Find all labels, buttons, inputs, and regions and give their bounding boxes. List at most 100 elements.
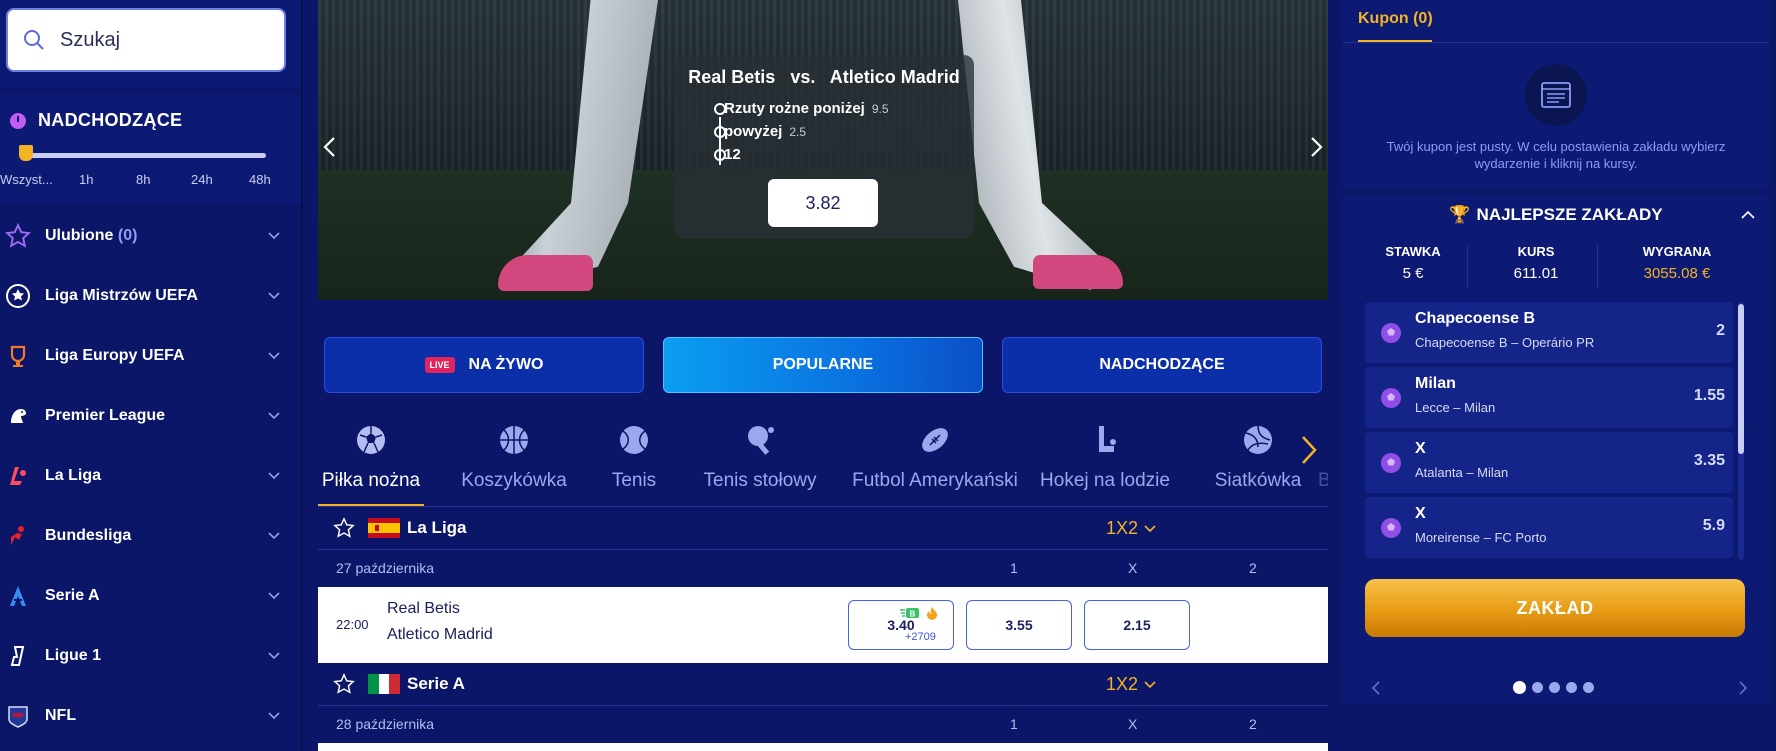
carousel-dot[interactable]: [1583, 682, 1594, 693]
bet-odd: 5.9: [1702, 517, 1725, 534]
odd-button-home[interactable]: 3.40: [848, 600, 954, 650]
hero-banner[interactable]: Real Betis vs. Atletico Madrid Rzuty roż…: [318, 0, 1328, 300]
sport-label: Futbol Amerykański: [852, 470, 1018, 491]
market-selector[interactable]: 1X2: [1106, 674, 1156, 695]
sidebar-item-label: Ligue 1: [45, 647, 102, 664]
left-sidebar: NADCHODZĄCE Wszyst... 1h 8h 24h 48h Ulub…: [0, 0, 303, 751]
odds-stat: KURS 611.01: [1466, 244, 1606, 282]
bet-event: Atalanta – Milan: [1415, 465, 1509, 480]
scrollbar-thumb[interactable]: [1738, 304, 1744, 454]
search-box[interactable]: [6, 8, 286, 72]
star-icon[interactable]: [333, 517, 355, 539]
sidebar-item-la-liga[interactable]: La Liga: [0, 446, 303, 506]
sport-label: Tenis: [611, 470, 657, 491]
best-bets-scrollbar[interactable]: [1738, 302, 1744, 560]
chevron-right-icon[interactable]: [1306, 135, 1326, 159]
europa-league-icon: [4, 342, 32, 370]
slider-label-all[interactable]: Wszyst...: [0, 172, 53, 187]
column-header: 1: [1010, 716, 1018, 732]
place-bet-button[interactable]: ZAKŁAD: [1365, 579, 1745, 637]
sport-tab-football[interactable]: Piłka nożna: [318, 420, 424, 506]
date-row: 27 października 1 X 2: [318, 549, 1328, 585]
tab-live[interactable]: LIVE NA ŻYWO: [324, 337, 644, 393]
sport-tab-ice-hockey[interactable]: Hokej na lodzie: [1015, 420, 1195, 506]
win-stat: WYGRANA 3055.08 €: [1607, 244, 1747, 282]
sidebar-item-bundesliga[interactable]: Bundesliga: [0, 506, 303, 566]
search-input[interactable]: [60, 28, 260, 52]
search-icon: [24, 30, 44, 50]
slider-label-1h[interactable]: 1h: [79, 172, 93, 187]
chevron-right-icon[interactable]: [1298, 433, 1320, 467]
market-selector[interactable]: 1X2: [1106, 518, 1156, 539]
win-label: WYGRANA: [1642, 244, 1712, 259]
sport-tab-american-football[interactable]: Futbol Amerykański: [846, 420, 1024, 506]
match-row[interactable]: [318, 743, 1328, 751]
champions-league-icon: [4, 282, 32, 310]
star-icon[interactable]: [333, 673, 355, 695]
bet-event: Moreirense – FC Porto: [1415, 530, 1547, 545]
chevron-left-icon[interactable]: [1370, 680, 1382, 696]
tab-popular[interactable]: POPULARNE: [663, 337, 983, 393]
best-bets-panel: 🏆 NAJLEPSZE ZAKŁADY STAWKA 5 € KURS 611.0…: [1343, 194, 1769, 704]
sidebar-item-label: La Liga: [45, 467, 102, 484]
sidebar-item-europa-league[interactable]: Liga Europy UEFA: [0, 326, 303, 386]
chevron-down-icon: [268, 472, 280, 480]
favorites-label: Ulubione: [45, 227, 114, 244]
chevron-up-icon[interactable]: [1741, 210, 1755, 220]
trophy-icon: 🏆: [1449, 205, 1471, 224]
odds-value: 611.01: [1513, 265, 1559, 282]
sidebar-item-favorites[interactable]: Ulubione (0): [0, 206, 303, 266]
best-bet-item[interactable]: Chapecoense B Chapecoense B – Operário P…: [1365, 302, 1733, 363]
basketball-icon: [443, 420, 585, 460]
upcoming-filter: NADCHODZĄCE Wszyst... 1h 8h 24h 48h: [0, 94, 303, 204]
football-icon: [1381, 518, 1401, 538]
away-team[interactable]: Atletico Madrid: [387, 626, 493, 644]
sidebar-item-serie-a[interactable]: Serie A: [0, 566, 303, 626]
chevron-left-icon[interactable]: [320, 135, 340, 159]
slider-label-48h[interactable]: 48h: [249, 172, 271, 187]
sidebar-item-ligue-1[interactable]: Ligue 1: [0, 626, 303, 686]
sport-tab-table-tennis[interactable]: Tenis stołowy: [684, 420, 836, 506]
chevron-right-icon[interactable]: [1737, 680, 1749, 696]
ligue-1-icon: [4, 642, 32, 670]
sidebar-item-premier-league[interactable]: Premier League: [0, 386, 303, 446]
sport-tab-basketball[interactable]: Koszykówka: [443, 420, 585, 506]
bet-builder-card: Real Betis vs. Atletico Madrid Rzuty roż…: [674, 55, 974, 239]
sidebar-item-champions-league[interactable]: Liga Mistrzów UEFA: [0, 266, 303, 326]
carousel-dot[interactable]: [1513, 681, 1526, 694]
sidebar-divider: [301, 0, 303, 751]
live-badge: LIVE: [424, 357, 455, 373]
bet-event: Chapecoense B – Operário PR: [1415, 335, 1595, 350]
home-team[interactable]: Real Betis: [387, 600, 460, 618]
carousel-dot[interactable]: [1532, 682, 1543, 693]
best-bet-item[interactable]: X Moreirense – FC Porto 5.9: [1365, 497, 1733, 558]
match-row[interactable]: 22:00 Real Betis Atletico Madrid B +2709…: [318, 587, 1328, 663]
sidebar-item-nfl[interactable]: NFL: [0, 686, 303, 746]
date-row: 28 października 1 X 2: [318, 705, 1328, 741]
time-slider-track[interactable]: [22, 153, 266, 158]
column-header: 1: [1010, 560, 1018, 576]
tab-upcoming[interactable]: NADCHODZĄCE: [1002, 337, 1322, 393]
tab-coupon[interactable]: Kupon (0): [1358, 10, 1433, 28]
tab-popular-label: POPULARNE: [772, 356, 874, 373]
best-bet-item[interactable]: Milan Lecce – Milan 1.55: [1365, 367, 1733, 428]
carousel-dot[interactable]: [1549, 682, 1560, 693]
hero-away-team: Atletico Madrid: [829, 67, 960, 87]
best-bets-list: Chapecoense B Chapecoense B – Operário P…: [1365, 302, 1733, 562]
slider-label-8h[interactable]: 8h: [136, 172, 150, 187]
search-section: [0, 0, 303, 88]
odd-button-draw[interactable]: 3.55: [966, 600, 1072, 650]
pick-label: 12: [724, 146, 741, 163]
football-icon: [1381, 453, 1401, 473]
league-header-serie-a[interactable]: Serie A 1X2: [318, 664, 1328, 704]
league-header-la-liga[interactable]: La Liga 1X2: [318, 508, 1328, 548]
sidebar-item-label: NFL: [45, 707, 77, 724]
divider: [1343, 42, 1769, 43]
hero-odd-button[interactable]: 3.82: [768, 179, 878, 227]
best-bet-item[interactable]: X Atalanta – Milan 3.35: [1365, 432, 1733, 493]
sport-tab-tennis[interactable]: Tenis: [596, 420, 672, 506]
time-slider-handle[interactable]: [19, 145, 33, 161]
odd-button-away[interactable]: 2.15: [1084, 600, 1190, 650]
slider-label-24h[interactable]: 24h: [191, 172, 213, 187]
carousel-dot[interactable]: [1566, 682, 1577, 693]
